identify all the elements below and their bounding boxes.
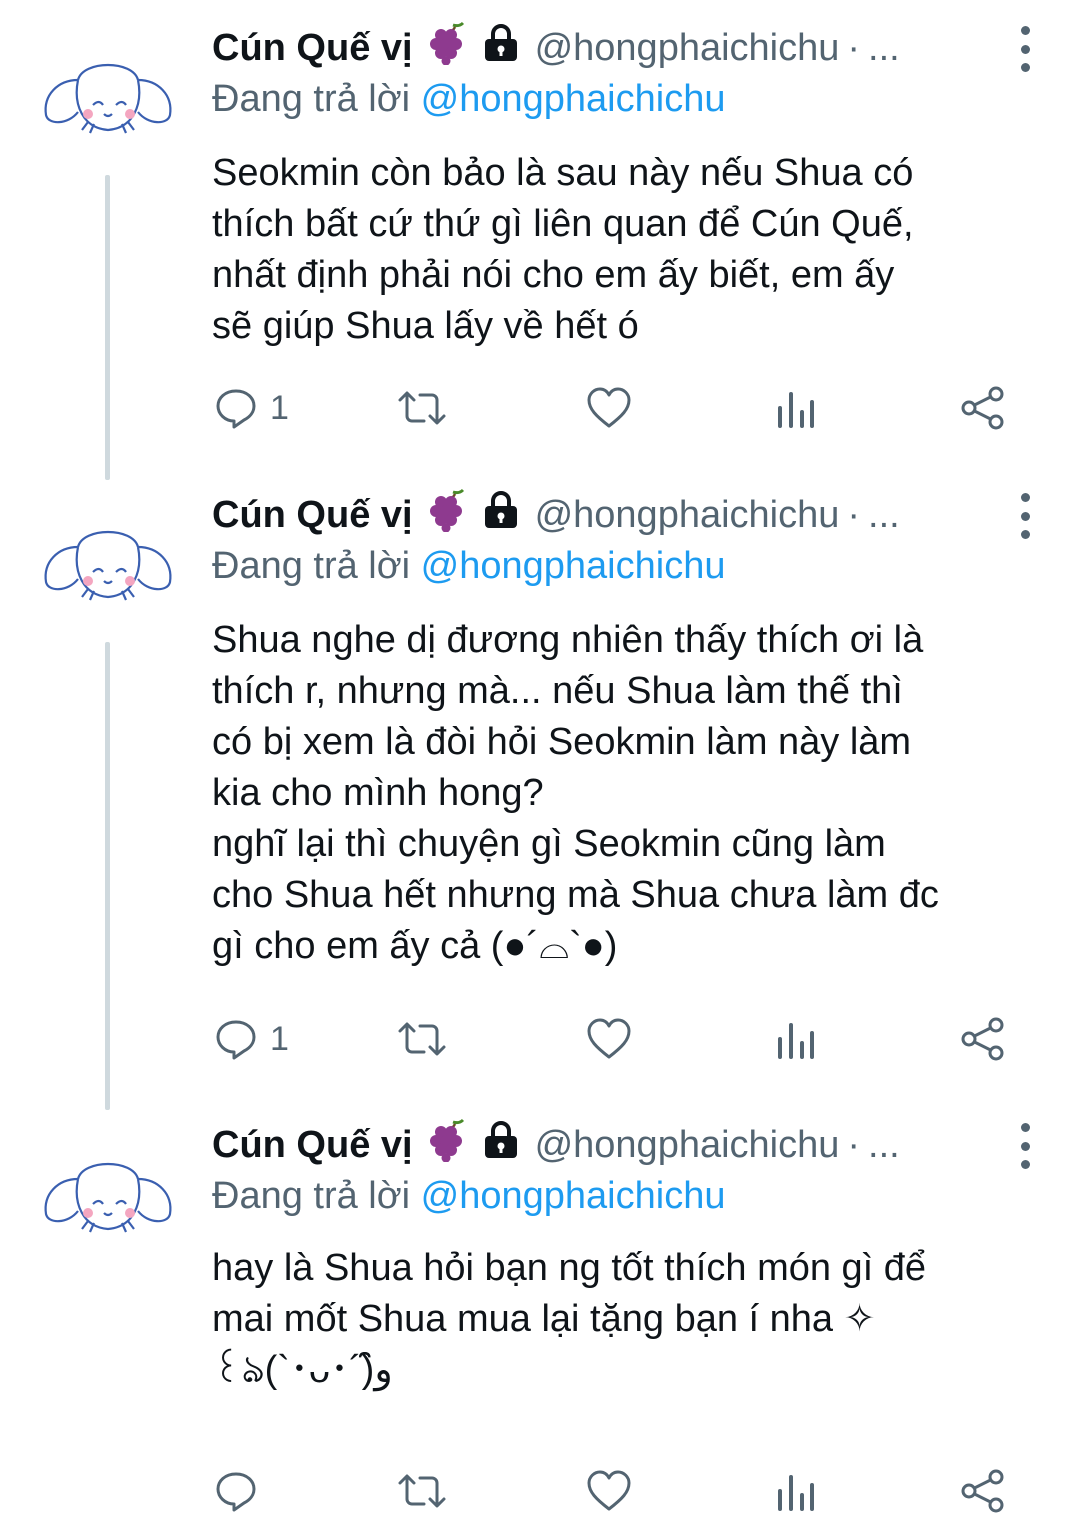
reply-button[interactable]: 1 (214, 1011, 289, 1067)
grapes-icon (425, 1118, 469, 1172)
timestamp-truncated: ... (868, 493, 900, 536)
reply-count: 1 (270, 1019, 289, 1058)
retweet-icon (398, 1474, 446, 1508)
views-button[interactable] (776, 380, 816, 436)
author-name[interactable]: Cún Quế vị (212, 27, 413, 70)
cinnamoroll-avatar-icon (44, 530, 172, 601)
lock-icon (481, 490, 521, 540)
replying-prefix: Đang trả lời (212, 1175, 411, 1217)
replying-mention[interactable]: @hongphaichichu (421, 545, 726, 587)
retweet-button[interactable] (396, 380, 448, 436)
more-vertical-icon[interactable] (1010, 491, 1040, 541)
replying-to: Đang trả lời @hongphaichichu (212, 545, 725, 588)
tweet[interactable]: Cún Quế vị @hongphaichichu · ... Đang tr… (0, 1097, 1080, 1531)
tweet-actions (212, 1463, 1012, 1519)
views-button[interactable] (776, 1011, 816, 1067)
more-vertical-icon[interactable] (1010, 1121, 1040, 1171)
retweet-icon (398, 391, 446, 425)
like-button[interactable] (586, 380, 632, 436)
views-button[interactable] (776, 1463, 816, 1519)
share-button[interactable] (960, 1011, 1006, 1067)
tweet-text: Shua nghe dị đương nhiên thấy thích ơi l… (212, 615, 1052, 972)
replying-to: Đang trả lời @hongphaichichu (212, 78, 725, 121)
timestamp-truncated: ... (868, 1123, 900, 1166)
separator: · (847, 493, 861, 536)
cinnamoroll-avatar-icon (44, 63, 172, 134)
reply-icon (216, 1020, 256, 1060)
grapes-icon (425, 21, 469, 75)
reply-icon (216, 389, 256, 429)
tweet-text: Seokmin còn bảo là sau này nếu Shua có t… (212, 148, 1052, 352)
analytics-icon (778, 392, 814, 428)
author-handle[interactable]: @hongphaichichu (535, 27, 840, 70)
separator: · (847, 1123, 861, 1166)
heart-icon (587, 387, 631, 428)
share-icon (961, 1017, 1004, 1061)
separator: · (847, 26, 861, 69)
thread-line (105, 642, 110, 1110)
grapes-icon (425, 488, 469, 542)
author-name[interactable]: Cún Quế vị (212, 494, 413, 537)
heart-icon (587, 1470, 631, 1511)
retweet-icon (398, 1022, 446, 1056)
thread-line (105, 175, 110, 480)
more-vertical-icon[interactable] (1010, 24, 1040, 74)
share-button[interactable] (960, 1463, 1006, 1519)
analytics-icon (778, 1023, 814, 1059)
share-button[interactable] (960, 380, 1006, 436)
replying-to: Đang trả lời @hongphaichichu (212, 1175, 725, 1218)
like-button[interactable] (586, 1011, 632, 1067)
author-handle[interactable]: @hongphaichichu (535, 494, 840, 537)
share-icon (961, 1469, 1004, 1513)
reply-button[interactable]: 1 (214, 380, 289, 436)
timestamp-truncated: ... (868, 26, 900, 69)
lock-icon (481, 1120, 521, 1170)
heart-icon (587, 1018, 631, 1059)
avatar[interactable] (38, 1149, 178, 1239)
tweet-header: Cún Quế vị @hongphaichichu · ... (212, 488, 1010, 542)
retweet-button[interactable] (396, 1463, 448, 1519)
replying-prefix: Đang trả lời (212, 78, 411, 120)
tweet-text-content: Seokmin còn bảo là sau này nếu Shua có t… (212, 152, 914, 347)
replying-mention[interactable]: @hongphaichichu (421, 1175, 726, 1217)
replying-mention[interactable]: @hongphaichichu (421, 78, 726, 120)
reply-icon (216, 1472, 256, 1512)
tweet-text: hay là Shua hỏi bạn ng tốt thích món gì … (212, 1243, 1052, 1396)
reply-button[interactable] (214, 1463, 270, 1519)
author-handle[interactable]: @hongphaichichu (535, 1124, 840, 1167)
avatar[interactable] (38, 50, 178, 140)
tweet[interactable]: Cún Quế vị @hongphaichichu · ... Đang tr… (0, 467, 1080, 1110)
share-icon (961, 386, 1004, 430)
tweet-text-content: Shua nghe dị đương nhiên thấy thích ơi l… (212, 619, 939, 967)
tweet-actions: 1 (212, 380, 1012, 436)
reply-count: 1 (270, 388, 289, 427)
retweet-button[interactable] (396, 1011, 448, 1067)
avatar[interactable] (38, 517, 178, 607)
cinnamoroll-avatar-icon (44, 1162, 172, 1233)
like-button[interactable] (586, 1463, 632, 1519)
tweet-header: Cún Quế vị @hongphaichichu · ... (212, 21, 1010, 75)
lock-icon (481, 23, 521, 73)
tweet-header: Cún Quế vị @hongphaichichu · ... (212, 1118, 1010, 1172)
tweet[interactable]: Cún Quế vị @hongphaichichu · ... Đang tr… (0, 0, 1080, 480)
analytics-icon (778, 1475, 814, 1511)
replying-prefix: Đang trả lời (212, 545, 411, 587)
tweet-actions: 1 (212, 1011, 1012, 1067)
author-name[interactable]: Cún Quế vị (212, 1124, 413, 1167)
tweet-text-content: hay là Shua hỏi bạn ng tốt thích món gì … (212, 1247, 927, 1391)
